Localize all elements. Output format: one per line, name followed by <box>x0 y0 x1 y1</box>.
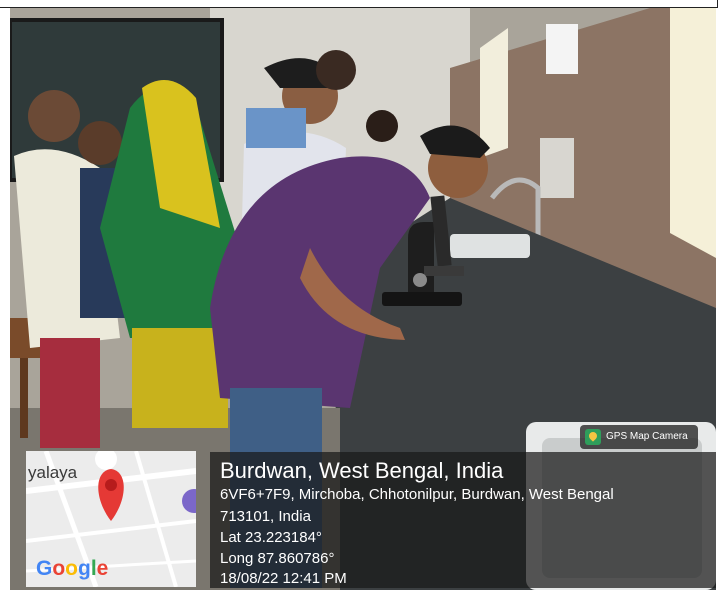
address-line-1: 6VF6+7F9, Mirchoba, Chhotonilpur, Burdwa… <box>220 486 614 503</box>
datetime-text: 18/08/22 12:41 PM <box>220 570 347 587</box>
window-left <box>480 28 508 158</box>
wall-panel <box>540 138 574 198</box>
google-logo: Google <box>36 557 109 580</box>
map-camera-icon <box>585 429 601 445</box>
map-place-label: yalaya <box>28 463 78 482</box>
longitude-text: Long 87.860786° <box>220 550 335 567</box>
sink-small <box>450 234 530 258</box>
latitude-text: Lat 23.223184° <box>220 529 322 546</box>
gps-map-camera-badge: GPS Map Camera <box>580 425 698 449</box>
location-info-panel: Burdwan, West Bengal, India 6VF6+7F9, Mi… <box>210 452 716 588</box>
screenshot-frame: yalaya Google Burdwan, West Bengal, Indi… <box>0 0 726 590</box>
location-map: yalaya Google <box>26 451 196 587</box>
wall-notice <box>546 24 578 74</box>
location-title: Burdwan, West Bengal, India <box>220 458 504 483</box>
address-line-2: 713101, India <box>220 508 311 525</box>
top-border <box>0 0 718 8</box>
microscope-base <box>382 292 462 306</box>
window-right <box>670 8 716 258</box>
microscope-stage <box>424 266 464 276</box>
badge-label: GPS Map Camera <box>606 431 688 442</box>
person-left-head <box>28 90 80 142</box>
